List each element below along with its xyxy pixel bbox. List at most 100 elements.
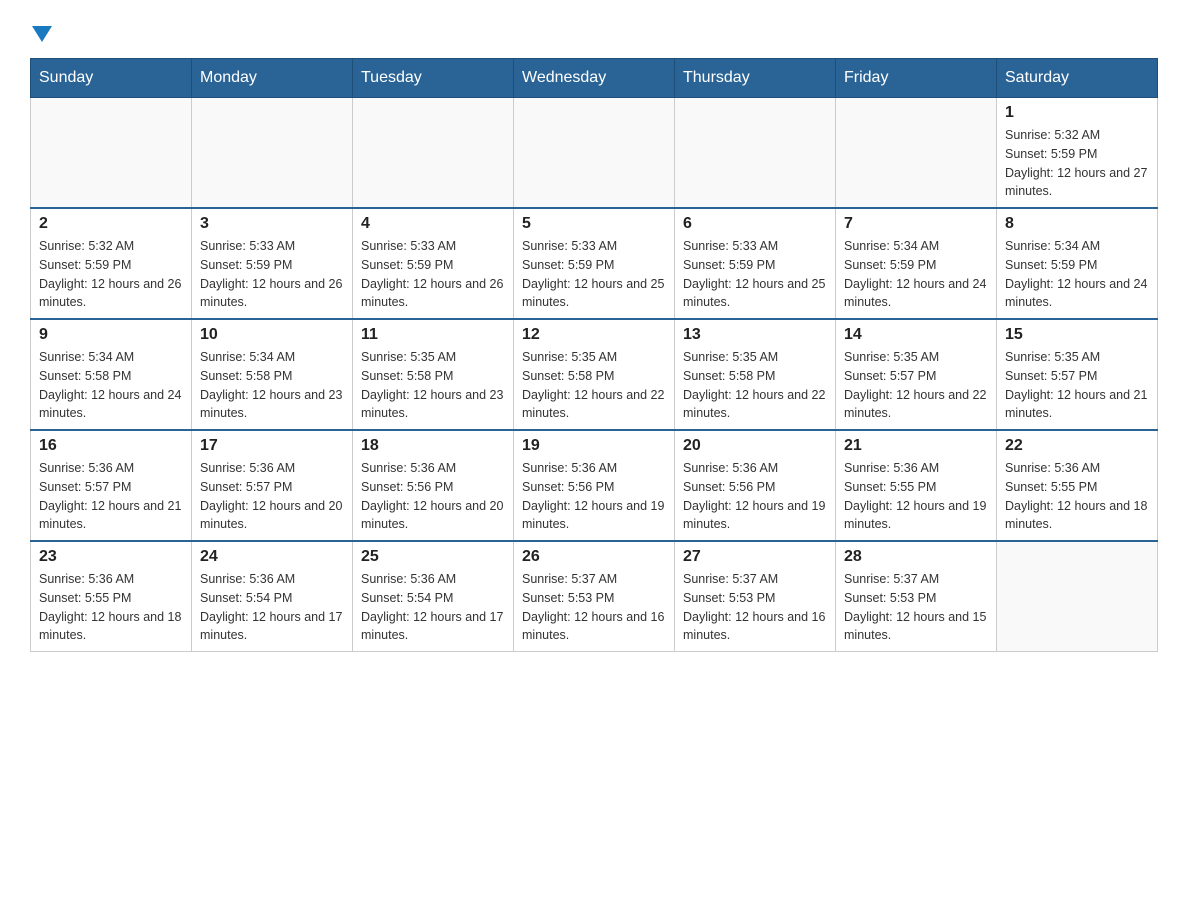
calendar-cell xyxy=(353,98,514,209)
day-number: 17 xyxy=(200,437,344,455)
day-number: 12 xyxy=(522,326,666,344)
day-info: Sunrise: 5:36 AM Sunset: 5:55 PM Dayligh… xyxy=(844,459,988,534)
day-number: 14 xyxy=(844,326,988,344)
day-number: 21 xyxy=(844,437,988,455)
day-header-tuesday: Tuesday xyxy=(353,59,514,98)
day-number: 4 xyxy=(361,215,505,233)
day-number: 19 xyxy=(522,437,666,455)
day-number: 5 xyxy=(522,215,666,233)
day-info: Sunrise: 5:36 AM Sunset: 5:57 PM Dayligh… xyxy=(200,459,344,534)
day-number: 16 xyxy=(39,437,183,455)
day-number: 11 xyxy=(361,326,505,344)
day-header-thursday: Thursday xyxy=(675,59,836,98)
calendar-cell xyxy=(997,541,1158,652)
day-info: Sunrise: 5:37 AM Sunset: 5:53 PM Dayligh… xyxy=(522,570,666,645)
day-info: Sunrise: 5:32 AM Sunset: 5:59 PM Dayligh… xyxy=(1005,126,1149,201)
calendar-cell: 21 Sunrise: 5:36 AM Sunset: 5:55 PM Dayli… xyxy=(836,430,997,541)
calendar-cell: 22 Sunrise: 5:36 AM Sunset: 5:55 PM Dayli… xyxy=(997,430,1158,541)
day-info: Sunrise: 5:37 AM Sunset: 5:53 PM Dayligh… xyxy=(844,570,988,645)
day-info: Sunrise: 5:34 AM Sunset: 5:58 PM Dayligh… xyxy=(200,348,344,423)
day-number: 26 xyxy=(522,548,666,566)
day-number: 9 xyxy=(39,326,183,344)
calendar-cell: 2 Sunrise: 5:32 AM Sunset: 5:59 PM Daylig… xyxy=(31,208,192,319)
day-info: Sunrise: 5:36 AM Sunset: 5:55 PM Dayligh… xyxy=(1005,459,1149,534)
calendar-week-row: 16 Sunrise: 5:36 AM Sunset: 5:57 PM Dayli… xyxy=(31,430,1158,541)
calendar-header-row: SundayMondayTuesdayWednesdayThursdayFrid… xyxy=(31,59,1158,98)
calendar-cell: 9 Sunrise: 5:34 AM Sunset: 5:58 PM Daylig… xyxy=(31,319,192,430)
calendar-cell: 26 Sunrise: 5:37 AM Sunset: 5:53 PM Dayli… xyxy=(514,541,675,652)
calendar-cell xyxy=(836,98,997,209)
day-header-wednesday: Wednesday xyxy=(514,59,675,98)
day-info: Sunrise: 5:33 AM Sunset: 5:59 PM Dayligh… xyxy=(522,237,666,312)
calendar-cell: 23 Sunrise: 5:36 AM Sunset: 5:55 PM Dayli… xyxy=(31,541,192,652)
calendar-cell: 15 Sunrise: 5:35 AM Sunset: 5:57 PM Dayli… xyxy=(997,319,1158,430)
day-number: 8 xyxy=(1005,215,1149,233)
calendar-cell: 7 Sunrise: 5:34 AM Sunset: 5:59 PM Daylig… xyxy=(836,208,997,319)
calendar-cell: 6Sunrise: 5:33 AM Sunset: 5:59 PM Daylig… xyxy=(675,208,836,319)
day-info: Sunrise: 5:36 AM Sunset: 5:54 PM Dayligh… xyxy=(361,570,505,645)
calendar-cell: 18Sunrise: 5:36 AM Sunset: 5:56 PM Dayli… xyxy=(353,430,514,541)
calendar-cell: 3Sunrise: 5:33 AM Sunset: 5:59 PM Daylig… xyxy=(192,208,353,319)
day-info: Sunrise: 5:35 AM Sunset: 5:57 PM Dayligh… xyxy=(844,348,988,423)
day-info: Sunrise: 5:33 AM Sunset: 5:59 PM Dayligh… xyxy=(200,237,344,312)
day-number: 1 xyxy=(1005,104,1149,122)
page-header xyxy=(30,20,1158,42)
day-number: 22 xyxy=(1005,437,1149,455)
calendar-cell: 28 Sunrise: 5:37 AM Sunset: 5:53 PM Dayli… xyxy=(836,541,997,652)
day-number: 15 xyxy=(1005,326,1149,344)
day-info: Sunrise: 5:35 AM Sunset: 5:57 PM Dayligh… xyxy=(1005,348,1149,423)
calendar-cell: 8Sunrise: 5:34 AM Sunset: 5:59 PM Daylig… xyxy=(997,208,1158,319)
calendar-cell: 10 Sunrise: 5:34 AM Sunset: 5:58 PM Dayli… xyxy=(192,319,353,430)
day-number: 25 xyxy=(361,548,505,566)
calendar-week-row: 9 Sunrise: 5:34 AM Sunset: 5:58 PM Daylig… xyxy=(31,319,1158,430)
day-header-friday: Friday xyxy=(836,59,997,98)
day-info: Sunrise: 5:36 AM Sunset: 5:56 PM Dayligh… xyxy=(522,459,666,534)
calendar-cell xyxy=(192,98,353,209)
day-number: 2 xyxy=(39,215,183,233)
day-number: 27 xyxy=(683,548,827,566)
day-number: 20 xyxy=(683,437,827,455)
calendar-cell: 12 Sunrise: 5:35 AM Sunset: 5:58 PM Dayli… xyxy=(514,319,675,430)
day-number: 13 xyxy=(683,326,827,344)
calendar-cell: 5 Sunrise: 5:33 AM Sunset: 5:59 PM Daylig… xyxy=(514,208,675,319)
calendar-week-row: 1 Sunrise: 5:32 AM Sunset: 5:59 PM Daylig… xyxy=(31,98,1158,209)
day-info: Sunrise: 5:35 AM Sunset: 5:58 PM Dayligh… xyxy=(522,348,666,423)
calendar-cell: 25 Sunrise: 5:36 AM Sunset: 5:54 PM Dayli… xyxy=(353,541,514,652)
day-number: 24 xyxy=(200,548,344,566)
calendar-cell xyxy=(514,98,675,209)
calendar-cell: 4Sunrise: 5:33 AM Sunset: 5:59 PM Daylig… xyxy=(353,208,514,319)
day-info: Sunrise: 5:35 AM Sunset: 5:58 PM Dayligh… xyxy=(361,348,505,423)
day-number: 10 xyxy=(200,326,344,344)
day-info: Sunrise: 5:36 AM Sunset: 5:57 PM Dayligh… xyxy=(39,459,183,534)
calendar-cell xyxy=(31,98,192,209)
day-info: Sunrise: 5:35 AM Sunset: 5:58 PM Dayligh… xyxy=(683,348,827,423)
day-info: Sunrise: 5:36 AM Sunset: 5:54 PM Dayligh… xyxy=(200,570,344,645)
day-number: 7 xyxy=(844,215,988,233)
logo-triangle-icon xyxy=(32,26,52,42)
day-info: Sunrise: 5:36 AM Sunset: 5:56 PM Dayligh… xyxy=(683,459,827,534)
calendar-table: SundayMondayTuesdayWednesdayThursdayFrid… xyxy=(30,58,1158,652)
day-info: Sunrise: 5:33 AM Sunset: 5:59 PM Dayligh… xyxy=(683,237,827,312)
calendar-cell: 19 Sunrise: 5:36 AM Sunset: 5:56 PM Dayli… xyxy=(514,430,675,541)
day-number: 23 xyxy=(39,548,183,566)
day-number: 18 xyxy=(361,437,505,455)
day-info: Sunrise: 5:32 AM Sunset: 5:59 PM Dayligh… xyxy=(39,237,183,312)
day-info: Sunrise: 5:36 AM Sunset: 5:55 PM Dayligh… xyxy=(39,570,183,645)
calendar-week-row: 2 Sunrise: 5:32 AM Sunset: 5:59 PM Daylig… xyxy=(31,208,1158,319)
day-header-saturday: Saturday xyxy=(997,59,1158,98)
day-number: 28 xyxy=(844,548,988,566)
calendar-cell: 11 Sunrise: 5:35 AM Sunset: 5:58 PM Dayli… xyxy=(353,319,514,430)
day-info: Sunrise: 5:34 AM Sunset: 5:58 PM Dayligh… xyxy=(39,348,183,423)
logo xyxy=(30,20,52,42)
calendar-cell xyxy=(675,98,836,209)
calendar-cell: 24 Sunrise: 5:36 AM Sunset: 5:54 PM Dayli… xyxy=(192,541,353,652)
calendar-cell: 16 Sunrise: 5:36 AM Sunset: 5:57 PM Dayli… xyxy=(31,430,192,541)
calendar-cell: 1 Sunrise: 5:32 AM Sunset: 5:59 PM Daylig… xyxy=(997,98,1158,209)
day-info: Sunrise: 5:34 AM Sunset: 5:59 PM Dayligh… xyxy=(844,237,988,312)
calendar-cell: 27 Sunrise: 5:37 AM Sunset: 5:53 PM Dayli… xyxy=(675,541,836,652)
calendar-cell: 17 Sunrise: 5:36 AM Sunset: 5:57 PM Dayli… xyxy=(192,430,353,541)
calendar-week-row: 23 Sunrise: 5:36 AM Sunset: 5:55 PM Dayli… xyxy=(31,541,1158,652)
calendar-cell: 13 Sunrise: 5:35 AM Sunset: 5:58 PM Dayli… xyxy=(675,319,836,430)
calendar-cell: 14 Sunrise: 5:35 AM Sunset: 5:57 PM Dayli… xyxy=(836,319,997,430)
day-info: Sunrise: 5:37 AM Sunset: 5:53 PM Dayligh… xyxy=(683,570,827,645)
